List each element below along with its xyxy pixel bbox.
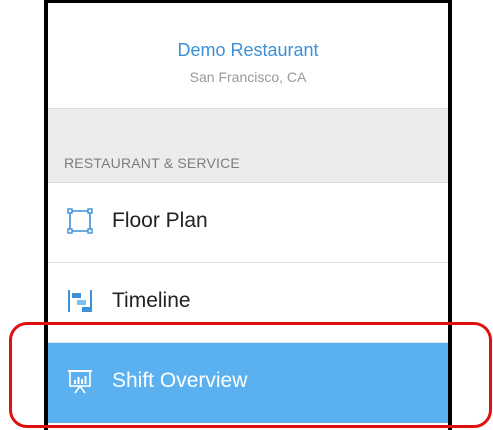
- menu-item-timeline[interactable]: Timeline: [48, 263, 448, 343]
- menu-item-shift-overview[interactable]: Shift Overview: [48, 343, 448, 423]
- menu-item-label: Shift Overview: [112, 369, 248, 392]
- floor-plan-icon: [67, 208, 93, 234]
- presentation-chart-icon: [68, 370, 92, 394]
- restaurant-name: Demo Restaurant: [177, 40, 319, 60]
- menu-item-floor-plan[interactable]: Floor Plan: [48, 183, 448, 263]
- menu-item-label: Floor Plan: [112, 209, 208, 232]
- restaurant-header[interactable]: Demo Restaurant San Francisco, CA: [48, 3, 448, 108]
- menu-item-label: Timeline: [112, 289, 191, 312]
- phone-frame: Demo Restaurant San Francisco, CA RESTAU…: [44, 0, 452, 430]
- timeline-icon: [68, 290, 92, 312]
- screenshot-stage: Demo Restaurant San Francisco, CA RESTAU…: [0, 0, 493, 430]
- restaurant-location: San Francisco, CA: [189, 69, 307, 85]
- section-header: RESTAURANT & SERVICE: [48, 108, 448, 183]
- section-title: RESTAURANT & SERVICE: [64, 155, 240, 171]
